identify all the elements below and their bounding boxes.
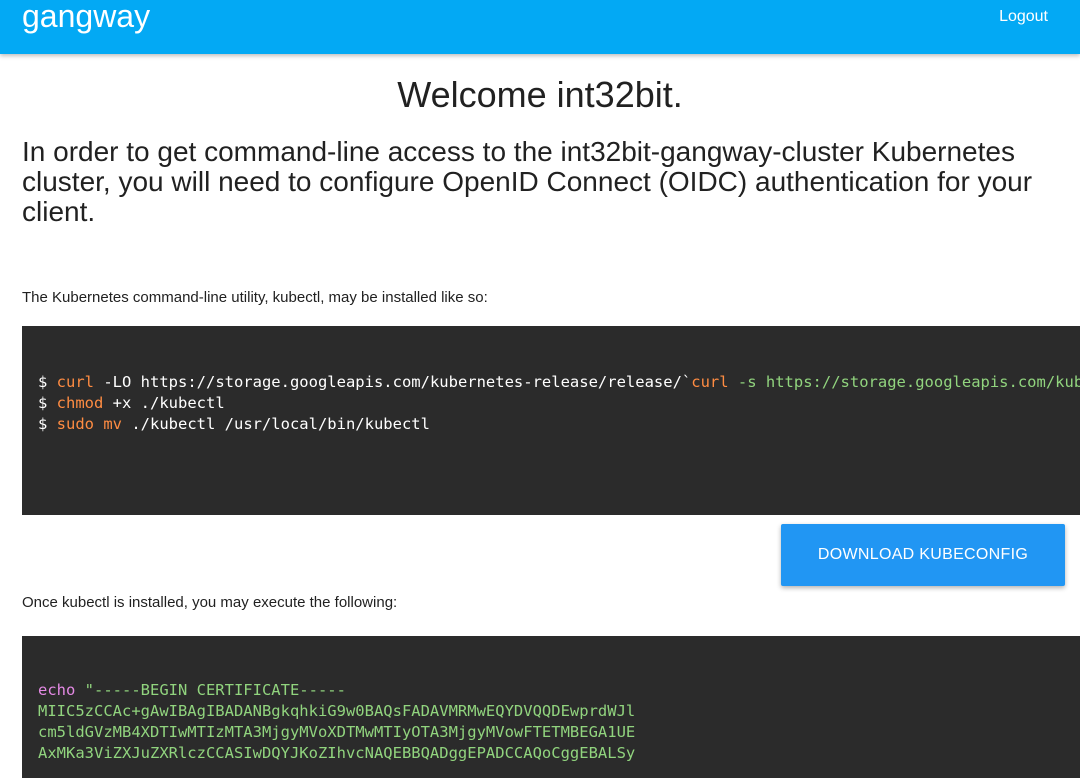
code-prompt: $ [38, 415, 57, 433]
install-code-block[interactable]: $ curl -LO https://storage.googleapis.co… [22, 326, 1080, 515]
cert-line-3: AxMKa3ViZXJuZXRlczCCASIwDQYJKoZIhvcNAQEB… [38, 744, 636, 762]
code-command: curl [56, 373, 94, 391]
intro-text: In order to get command-line access to t… [22, 136, 1033, 227]
code-line-echo: echo "-----BEGIN CERTIFICATE----- [38, 680, 1080, 701]
code-keyword: echo [38, 681, 76, 699]
cert-line-1: MIIC5zCCAc+gAwIBAgIBADANBgkqhkiG9w0BAQsF… [38, 702, 636, 720]
app-brand[interactable]: gangway [22, 0, 150, 35]
code-command: curl [691, 373, 729, 391]
welcome-heading: Welcome int32bit. [397, 74, 683, 115]
code-line-2: $ chmod +x ./kubectl [38, 393, 1080, 414]
code-command: chmod [56, 394, 104, 412]
execute-instructions-label: Once kubectl is installed, you may execu… [22, 594, 398, 611]
code-args: ./kubectl /usr/local/bin/kubectl [122, 415, 430, 433]
download-kubeconfig-button[interactable]: DOWNLOAD KUBECONFIG [781, 524, 1065, 586]
code-prompt: $ [38, 394, 57, 412]
code-string: "-----BEGIN CERTIFICATE----- [75, 681, 346, 699]
install-instructions-label: The Kubernetes command-line utility, kub… [22, 289, 488, 306]
code-string: -s https://storage.googleapis.com/kubern… [737, 373, 1080, 391]
code-prompt: $ [38, 373, 57, 391]
code-command: sudo mv [56, 415, 122, 433]
cert-line-2: cm5ldGVzMB4XDTIwMTIzMTA3MjgyMVoXDTMwMTIy… [38, 723, 636, 741]
code-line-3: $ sudo mv ./kubectl /usr/local/bin/kubec… [38, 414, 1080, 435]
code-args: +x ./kubectl [103, 394, 225, 412]
logout-link[interactable]: Logout [999, 8, 1048, 26]
exec-code-block[interactable]: echo "-----BEGIN CERTIFICATE----- MIIC5zC… [22, 636, 1080, 778]
code-args: -LO https://storage.googleapis.com/kuber… [94, 373, 692, 391]
code-line-1: $ curl -LO https://storage.googleapis.co… [38, 372, 1080, 393]
top-app-bar: gangway Logout [0, 0, 1080, 54]
